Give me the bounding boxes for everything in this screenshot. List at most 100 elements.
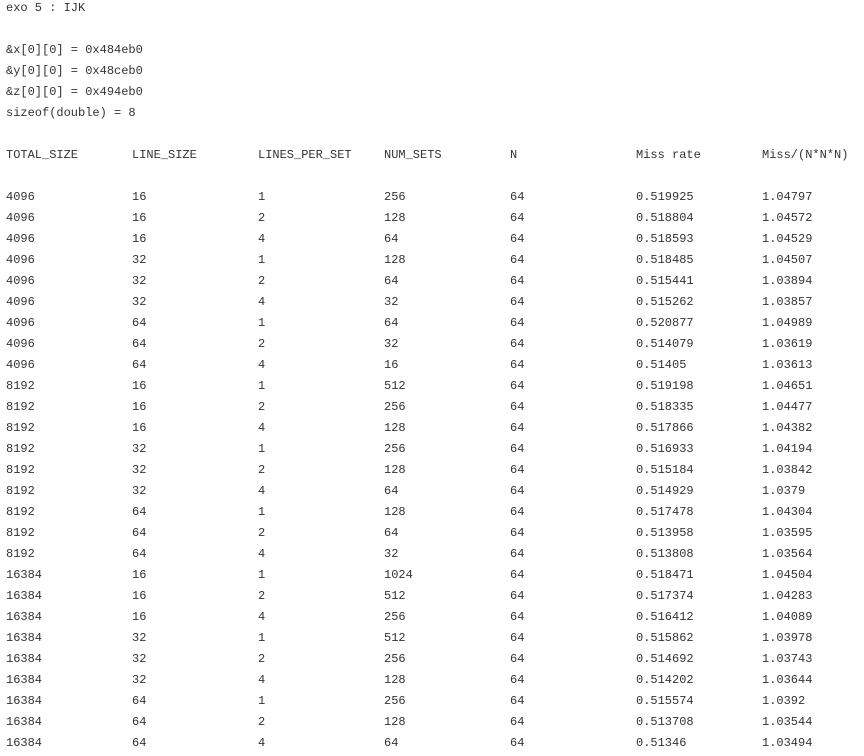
cell-line-size: 32 bbox=[132, 673, 147, 687]
cell-total-size: 4096 bbox=[6, 211, 35, 225]
cell-line-size: 64 bbox=[132, 505, 147, 519]
cell-lines-per-set: 4 bbox=[258, 484, 266, 498]
cell-n: 64 bbox=[510, 736, 525, 750]
cell-line-size: 32 bbox=[132, 253, 147, 267]
cell-lines-per-set: 1 bbox=[258, 442, 266, 456]
cell-miss-rate: 0.514692 bbox=[636, 652, 694, 666]
cell-lines-per-set: 1 bbox=[258, 694, 266, 708]
cell-total-size: 4096 bbox=[6, 253, 35, 267]
cell-miss-per-n3: 1.03494 bbox=[762, 736, 813, 750]
cell-miss-rate: 0.518804 bbox=[636, 211, 694, 225]
cell-lines-per-set: 2 bbox=[258, 211, 266, 225]
cell-num-sets: 512 bbox=[384, 589, 406, 603]
cell-total-size: 4096 bbox=[6, 232, 35, 246]
cell-miss-rate: 0.514202 bbox=[636, 673, 694, 687]
cell-line-size: 32 bbox=[132, 631, 147, 645]
cell-total-size: 16384 bbox=[6, 736, 43, 750]
cell-n: 64 bbox=[510, 337, 525, 351]
cell-num-sets: 128 bbox=[384, 211, 406, 225]
cell-lines-per-set: 4 bbox=[258, 358, 266, 372]
cell-total-size: 16384 bbox=[6, 694, 43, 708]
cell-miss-rate: 0.519198 bbox=[636, 379, 694, 393]
cell-line-size: 32 bbox=[132, 274, 147, 288]
cell-lines-per-set: 1 bbox=[258, 568, 266, 582]
cell-miss-per-n3: 1.03894 bbox=[762, 274, 813, 288]
cell-n: 64 bbox=[510, 442, 525, 456]
column-header-total-size: TOTAL_SIZE bbox=[6, 148, 79, 162]
cell-n: 64 bbox=[510, 295, 525, 309]
cell-line-size: 64 bbox=[132, 547, 147, 561]
cell-num-sets: 512 bbox=[384, 379, 406, 393]
cell-miss-per-n3: 1.04089 bbox=[762, 610, 813, 624]
cell-total-size: 16384 bbox=[6, 715, 43, 729]
cell-num-sets: 1024 bbox=[384, 568, 413, 582]
cell-num-sets: 128 bbox=[384, 463, 406, 477]
cell-num-sets: 256 bbox=[384, 400, 406, 414]
table-row: 8192 32 1 256 64 0.516933 1.04194 bbox=[6, 441, 864, 462]
cell-line-size: 32 bbox=[132, 295, 147, 309]
cell-n: 64 bbox=[510, 274, 525, 288]
cell-miss-rate: 0.518593 bbox=[636, 232, 694, 246]
cell-num-sets: 256 bbox=[384, 652, 406, 666]
cell-n: 64 bbox=[510, 316, 525, 330]
cell-total-size: 16384 bbox=[6, 610, 43, 624]
cell-miss-rate: 0.513708 bbox=[636, 715, 694, 729]
cell-total-size: 4096 bbox=[6, 274, 35, 288]
cell-miss-per-n3: 1.04477 bbox=[762, 400, 813, 414]
cell-line-size: 64 bbox=[132, 736, 147, 750]
cell-n: 64 bbox=[510, 232, 525, 246]
cell-line-size: 32 bbox=[132, 652, 147, 666]
cell-miss-rate: 0.517866 bbox=[636, 421, 694, 435]
cell-miss-rate: 0.518335 bbox=[636, 400, 694, 414]
cell-miss-per-n3: 1.03978 bbox=[762, 631, 813, 645]
cell-lines-per-set: 2 bbox=[258, 589, 266, 603]
cell-num-sets: 64 bbox=[384, 316, 399, 330]
table-row: 16384 32 4 128 64 0.514202 1.03644 bbox=[6, 672, 864, 693]
cell-n: 64 bbox=[510, 547, 525, 561]
output-title: exo 5 : IJK bbox=[6, 1, 86, 15]
cell-line-size: 16 bbox=[132, 190, 147, 204]
cell-miss-per-n3: 1.04194 bbox=[762, 442, 813, 456]
cell-num-sets: 128 bbox=[384, 715, 406, 729]
cell-num-sets: 64 bbox=[384, 274, 399, 288]
cell-num-sets: 512 bbox=[384, 631, 406, 645]
cell-miss-rate: 0.517478 bbox=[636, 505, 694, 519]
cell-total-size: 8192 bbox=[6, 526, 35, 540]
cell-miss-per-n3: 1.03619 bbox=[762, 337, 813, 351]
cell-n: 64 bbox=[510, 673, 525, 687]
table-row: 8192 64 1 128 64 0.517478 1.04304 bbox=[6, 504, 864, 525]
cell-num-sets: 32 bbox=[384, 337, 399, 351]
cell-miss-per-n3: 1.03857 bbox=[762, 295, 813, 309]
table-row: 4096 16 2 128 64 0.518804 1.04572 bbox=[6, 210, 864, 231]
cell-miss-per-n3: 1.03544 bbox=[762, 715, 813, 729]
cell-miss-rate: 0.513958 bbox=[636, 526, 694, 540]
cell-n: 64 bbox=[510, 190, 525, 204]
cell-line-size: 32 bbox=[132, 442, 147, 456]
cell-total-size: 8192 bbox=[6, 463, 35, 477]
cell-lines-per-set: 1 bbox=[258, 379, 266, 393]
cell-miss-per-n3: 1.0379 bbox=[762, 484, 806, 498]
cell-total-size: 16384 bbox=[6, 652, 43, 666]
cell-lines-per-set: 1 bbox=[258, 505, 266, 519]
address-y-line: &y[0][0] = 0x48ceb0 bbox=[6, 64, 143, 78]
cell-miss-per-n3: 1.03613 bbox=[762, 358, 813, 372]
cell-line-size: 16 bbox=[132, 421, 147, 435]
table-row: 4096 64 1 64 64 0.520877 1.04989 bbox=[6, 315, 864, 336]
cell-miss-rate: 0.513808 bbox=[636, 547, 694, 561]
cell-miss-rate: 0.516412 bbox=[636, 610, 694, 624]
cell-miss-per-n3: 1.04651 bbox=[762, 379, 813, 393]
cell-lines-per-set: 2 bbox=[258, 463, 266, 477]
table-row: 4096 32 1 128 64 0.518485 1.04507 bbox=[6, 252, 864, 273]
table-row: 4096 64 2 32 64 0.514079 1.03619 bbox=[6, 336, 864, 357]
cell-line-size: 16 bbox=[132, 211, 147, 225]
table-row: 8192 64 2 64 64 0.513958 1.03595 bbox=[6, 525, 864, 546]
cell-lines-per-set: 2 bbox=[258, 274, 266, 288]
cell-line-size: 16 bbox=[132, 232, 147, 246]
column-header-num-sets: NUM_SETS bbox=[384, 148, 442, 162]
cell-n: 64 bbox=[510, 211, 525, 225]
cell-n: 64 bbox=[510, 400, 525, 414]
table-row: 4096 64 4 16 64 0.51405 1.03613 bbox=[6, 357, 864, 378]
